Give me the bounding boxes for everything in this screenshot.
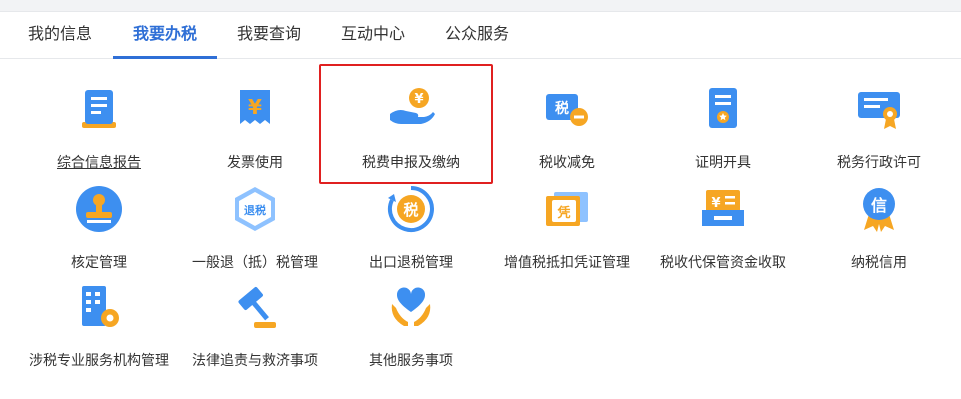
- cash-glyph: ¥: [711, 196, 720, 211]
- tax-refund-hexagon-icon: 退税: [230, 184, 280, 234]
- export-glyph: 税: [403, 201, 418, 219]
- tile-tax-declaration-payment[interactable]: ¥ 税费申报及缴纳: [336, 72, 486, 171]
- tab-public-service[interactable]: 公众服务: [433, 12, 521, 58]
- tile-general-refund[interactable]: 退税 一般退（抵）税管理: [180, 172, 330, 271]
- export-refund-icon: 税: [386, 184, 436, 234]
- tile-label: 核定管理: [71, 255, 127, 271]
- tab-interaction-center[interactable]: 互动中心: [329, 12, 417, 58]
- tile-label: 税费申报及缴纳: [362, 155, 460, 171]
- top-strip: [0, 0, 961, 12]
- tile-certificate-issuance[interactable]: 证明开具: [648, 72, 798, 171]
- heart-hands-icon: [386, 282, 436, 332]
- stamp-icon: [74, 184, 124, 234]
- tile-label: 出口退税管理: [369, 255, 453, 271]
- tab-label: 我的信息: [27, 24, 92, 43]
- tab-my-info[interactable]: 我的信息: [16, 12, 104, 58]
- tab-label: 互动中心: [340, 24, 405, 43]
- reduction-glyph: 税: [555, 100, 569, 117]
- tile-label: 税收减免: [539, 155, 595, 171]
- tile-tax-credit[interactable]: 信 纳税信用: [804, 172, 954, 271]
- tab-do-tax[interactable]: 我要办税: [113, 12, 217, 59]
- tab-label: 我要办税: [132, 24, 197, 43]
- report-doc-icon: [74, 84, 124, 134]
- certificate-icon: [698, 84, 748, 134]
- tile-custody-funds[interactable]: ¥ 税收代保管资金收取: [648, 172, 798, 271]
- tab-query[interactable]: 我要查询: [225, 12, 313, 58]
- voucher-glyph: 凭: [556, 205, 570, 221]
- invoice-yen-icon: ¥: [230, 84, 280, 134]
- tile-label: 综合信息报告: [57, 155, 141, 171]
- tab-label: 我要查询: [236, 24, 301, 43]
- tax-reduction-icon: 税: [542, 84, 592, 134]
- tile-administrative-license[interactable]: 税务行政许可: [804, 72, 954, 171]
- tile-label: 一般退（抵）税管理: [192, 255, 318, 271]
- tile-professional-agencies[interactable]: 涉税专业服务机构管理: [24, 270, 174, 369]
- tile-comprehensive-report[interactable]: 综合信息报告: [24, 72, 174, 171]
- tile-assessment-management[interactable]: 核定管理: [24, 172, 174, 271]
- tile-label: 涉税专业服务机构管理: [29, 353, 169, 369]
- license-award-icon: [854, 84, 904, 134]
- cash-tray-icon: ¥: [698, 184, 748, 234]
- credit-glyph: 信: [871, 196, 887, 215]
- tile-label: 税务行政许可: [837, 155, 921, 171]
- refund-glyph: 退税: [244, 203, 266, 217]
- voucher-ticket-icon: 凭: [542, 184, 592, 234]
- tile-tax-reduction[interactable]: 税 税收减免: [492, 72, 642, 171]
- tile-label: 证明开具: [695, 155, 751, 171]
- tile-vat-voucher[interactable]: 凭 增值税抵扣凭证管理: [492, 172, 642, 271]
- tile-label: 发票使用: [227, 155, 283, 171]
- tile-legal-remedy[interactable]: 法律追责与救济事项: [180, 270, 330, 369]
- tile-invoice-use[interactable]: ¥ 发票使用: [180, 72, 330, 171]
- building-gear-icon: [74, 282, 124, 332]
- active-tab-indicator: [113, 56, 217, 59]
- tile-other-services[interactable]: 其他服务事项: [336, 270, 486, 369]
- tile-label: 税收代保管资金收取: [660, 255, 786, 271]
- tile-label: 其他服务事项: [369, 353, 453, 369]
- invoice-glyph: ¥: [248, 95, 262, 119]
- main-nav-tabs: 我的信息 我要办税 我要查询 互动中心 公众服务: [0, 12, 961, 59]
- tab-label: 公众服务: [444, 24, 509, 43]
- tile-export-refund[interactable]: 税 出口退税管理: [336, 172, 486, 271]
- tile-label: 增值税抵扣凭证管理: [504, 255, 630, 271]
- tile-label: 法律追责与救济事项: [192, 353, 318, 369]
- credit-medal-icon: 信: [854, 184, 904, 234]
- gavel-icon: [230, 282, 280, 332]
- hand-coin-icon: ¥: [386, 84, 436, 134]
- tile-label: 纳税信用: [851, 255, 907, 271]
- coin-glyph: ¥: [414, 92, 423, 107]
